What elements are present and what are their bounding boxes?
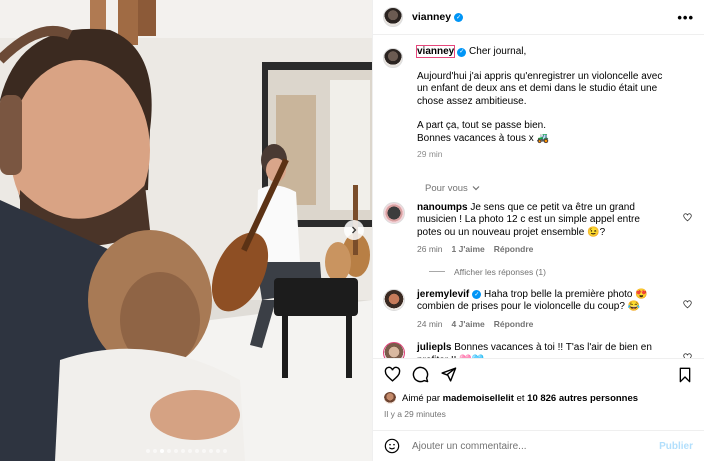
carousel-dot: [145, 449, 150, 453]
post-caption: vianney ✓ Cher journal, Aujourd'hui j'ai …: [383, 45, 694, 161]
comment-username[interactable]: nanoumps: [417, 202, 468, 213]
paper-plane-icon[interactable]: [440, 366, 457, 383]
show-replies-button[interactable]: Afficher les réponses (1): [429, 267, 694, 277]
comment-sort-label: Pour vous: [425, 182, 468, 194]
comment-item: juliepls Bonnes vacances à toi !! T'as l…: [383, 342, 694, 358]
carousel-next-button[interactable]: [344, 220, 364, 240]
comment-avatar[interactable]: [383, 201, 405, 224]
liker-avatar[interactable]: [384, 392, 396, 404]
more-options-icon[interactable]: •••: [677, 11, 694, 24]
post-photo[interactable]: [0, 0, 372, 461]
add-comment-bar: Publier: [373, 430, 704, 461]
likes-summary: Aimé par mademoisellelit et 10 826 autre…: [384, 392, 694, 404]
caption-line: Cher journal,: [469, 46, 527, 57]
verified-badge-icon: ✓: [472, 290, 482, 300]
publish-button[interactable]: Publier: [659, 441, 693, 452]
carousel-dot: [152, 449, 157, 453]
post-side-panel: vianney ✓ ••• vianney ✓ Cher journal, Auj…: [372, 0, 704, 461]
comment-icon[interactable]: [412, 366, 429, 383]
caption-line: Bonnes vacances à tous x 🚜: [417, 132, 549, 144]
bookmark-icon[interactable]: [677, 367, 693, 383]
comment-reply-button[interactable]: Répondre: [494, 243, 534, 256]
comment-username[interactable]: juliepls: [417, 342, 451, 353]
carousel-indicator: [0, 449, 372, 453]
comment-likes[interactable]: 1 J'aime: [452, 243, 485, 256]
comment-sort-dropdown[interactable]: Pour vous: [425, 183, 694, 194]
post-header: vianney ✓ •••: [373, 0, 704, 35]
comment-username[interactable]: jeremylevif: [417, 289, 469, 300]
caption-time: 29 min: [417, 149, 443, 159]
comment-input[interactable]: [412, 440, 632, 452]
smiley-icon[interactable]: [384, 438, 400, 454]
carousel-dot: [201, 449, 206, 453]
caption-line: Aujourd'hui j'ai appris qu'enregistrer u…: [417, 70, 663, 107]
carousel-dot: [222, 449, 227, 453]
post-image: [0, 0, 372, 461]
caption-line: A part ça, tout se passe bien.: [417, 120, 546, 131]
post-timestamp: Il y a 29 minutes: [384, 409, 446, 419]
carousel-dot: [173, 449, 178, 453]
comment-item: nanoumps Je sens que ce petit va être un…: [383, 201, 694, 256]
carousel-dot: [194, 449, 199, 453]
likes-others[interactable]: 10 826 autres personnes: [527, 393, 638, 404]
likes-prefix: Aimé par: [402, 392, 441, 404]
comment-time: 24 min: [417, 318, 443, 329]
carousel-dot: [159, 449, 164, 453]
first-liker[interactable]: mademoisellelit: [443, 393, 514, 404]
comment-heart-icon[interactable]: [683, 212, 692, 222]
heart-icon[interactable]: [384, 366, 401, 383]
chevron-right-icon: [352, 226, 357, 234]
caption-username[interactable]: vianney: [415, 45, 456, 58]
carousel-dot: [187, 449, 192, 453]
comment-text: Bonnes vacances à toi !! T'as l'air de b…: [417, 342, 652, 358]
likes-connector: et: [516, 392, 525, 404]
carousel-dot: [208, 449, 213, 453]
carousel-dot: [180, 449, 185, 453]
author-username[interactable]: vianney: [412, 11, 451, 23]
comment-avatar[interactable]: [383, 342, 405, 358]
author-avatar[interactable]: [383, 7, 403, 27]
verified-badge-icon: ✓: [454, 12, 464, 22]
comment-avatar[interactable]: [383, 288, 405, 311]
comment-time: 26 min: [417, 244, 443, 254]
verified-badge-icon: ✓: [457, 47, 467, 57]
chevron-down-icon: [472, 186, 480, 191]
show-replies-label: Afficher les réponses (1): [454, 266, 546, 277]
comment-likes[interactable]: 4 J'aime: [452, 318, 485, 331]
caption-avatar[interactable]: [383, 48, 403, 68]
comment-item: jeremylevif ✓ Haha trop belle la première…: [383, 288, 694, 331]
carousel-dot: [166, 449, 171, 453]
post-actions: [373, 358, 704, 390]
comment-reply-button[interactable]: Répondre: [494, 318, 534, 331]
comments-area[interactable]: vianney ✓ Cher journal, Aujourd'hui j'ai …: [373, 36, 704, 358]
carousel-dot: [215, 449, 220, 453]
comment-heart-icon[interactable]: [683, 299, 692, 309]
